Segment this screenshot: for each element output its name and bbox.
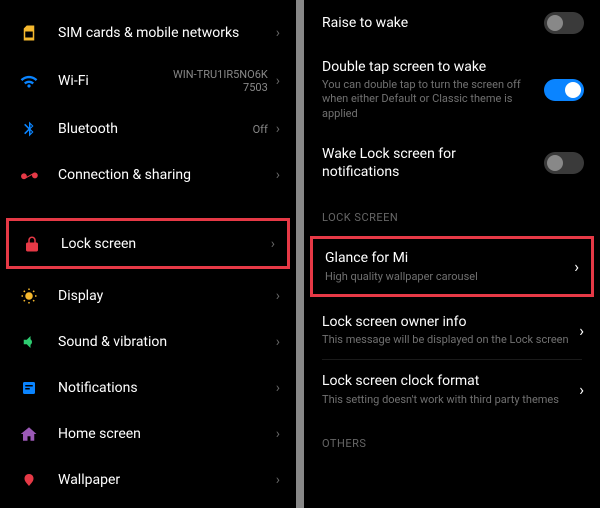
display-icon [18,285,40,307]
themes-row[interactable]: Themes › [0,503,296,508]
display-row[interactable]: Display › [0,273,296,319]
chevron-right-icon: › [276,472,280,488]
lock-screen-row[interactable]: Lock screen › [9,221,287,266]
connection-icon [18,164,40,186]
owner-info-title: Lock screen owner info [322,313,569,331]
others-section-header: OTHERS [304,419,600,458]
sound-icon [18,331,40,353]
double-tap-sub: You can double tap to turn the screen of… [322,78,534,121]
chevron-right-icon: › [276,73,280,89]
wifi-row[interactable]: Wi-Fi WIN-TRU1IR5NO6K 7503 › [0,56,296,106]
double-tap-toggle[interactable] [544,79,584,101]
glance-sub: High quality wallpaper carousel [325,270,564,284]
home-screen-row[interactable]: Home screen › [0,411,296,457]
clock-format-sub: This setting doesn't work with third par… [322,393,569,407]
double-tap-title: Double tap screen to wake [322,58,534,76]
chevron-right-icon: › [276,426,280,442]
owner-info-row[interactable]: Lock screen owner info This message will… [304,301,600,359]
chevron-right-icon: › [579,321,584,340]
glance-title: Glance for Mi [325,249,564,267]
connection-label: Connection & sharing [58,167,276,183]
chevron-right-icon: › [271,236,275,252]
glance-row[interactable]: Glance for Mi High quality wallpaper car… [313,239,591,293]
lock-screen-label: Lock screen [61,236,271,252]
notifications-icon [18,377,40,399]
lock-screen-section-header: LOCK SCREEN [304,193,600,232]
connection-sharing-row[interactable]: Connection & sharing › [0,152,296,198]
owner-info-sub: This message will be displayed on the Lo… [322,333,569,347]
raise-to-wake-toggle[interactable] [544,12,584,34]
lock-screen-highlight: Lock screen › [6,218,290,269]
double-tap-row[interactable]: Double tap screen to wake You can double… [304,46,600,133]
sim-cards-label: SIM cards & mobile networks [58,25,276,41]
wallpaper-icon [18,469,40,491]
display-label: Display [58,288,276,304]
notifications-row[interactable]: Notifications › [0,365,296,411]
home-label: Home screen [58,426,276,442]
wake-lock-row[interactable]: Wake Lock screen for notifications [304,133,600,193]
chevron-right-icon: › [276,167,280,183]
bluetooth-label: Bluetooth [58,121,253,137]
chevron-right-icon: › [574,257,579,276]
chevron-right-icon: › [579,380,584,399]
wifi-icon [18,70,40,92]
wake-lock-toggle[interactable] [544,152,584,174]
sim-card-icon [18,22,40,44]
wake-lock-title: Wake Lock screen for notifications [322,145,534,181]
chevron-right-icon: › [276,25,280,41]
wifi-label: Wi-Fi [58,73,173,89]
chevron-right-icon: › [276,334,280,350]
sound-row[interactable]: Sound & vibration › [0,319,296,365]
wallpaper-row[interactable]: Wallpaper › [0,457,296,503]
lock-screen-settings-panel: Raise to wake Double tap screen to wake … [304,0,600,508]
settings-list-left: SIM cards & mobile networks › Wi-Fi WIN-… [0,0,296,508]
chevron-right-icon: › [276,380,280,396]
clock-format-title: Lock screen clock format [322,372,569,390]
raise-to-wake-row[interactable]: Raise to wake [304,0,600,46]
notifications-label: Notifications [58,380,276,396]
wifi-value: WIN-TRU1IR5NO6K 7503 [173,68,268,94]
lock-icon [21,233,43,255]
raise-to-wake-title: Raise to wake [322,14,534,32]
glance-highlight: Glance for Mi High quality wallpaper car… [310,236,594,296]
bluetooth-icon [18,118,40,140]
sound-label: Sound & vibration [58,334,276,350]
home-icon [18,423,40,445]
bluetooth-value: Off [253,123,268,136]
wallpaper-label: Wallpaper [58,472,276,488]
bluetooth-row[interactable]: Bluetooth Off › [0,106,296,152]
clock-format-row[interactable]: Lock screen clock format This setting do… [304,360,600,418]
chevron-right-icon: › [276,121,280,137]
sim-cards-row[interactable]: SIM cards & mobile networks › [0,10,296,56]
chevron-right-icon: › [276,288,280,304]
